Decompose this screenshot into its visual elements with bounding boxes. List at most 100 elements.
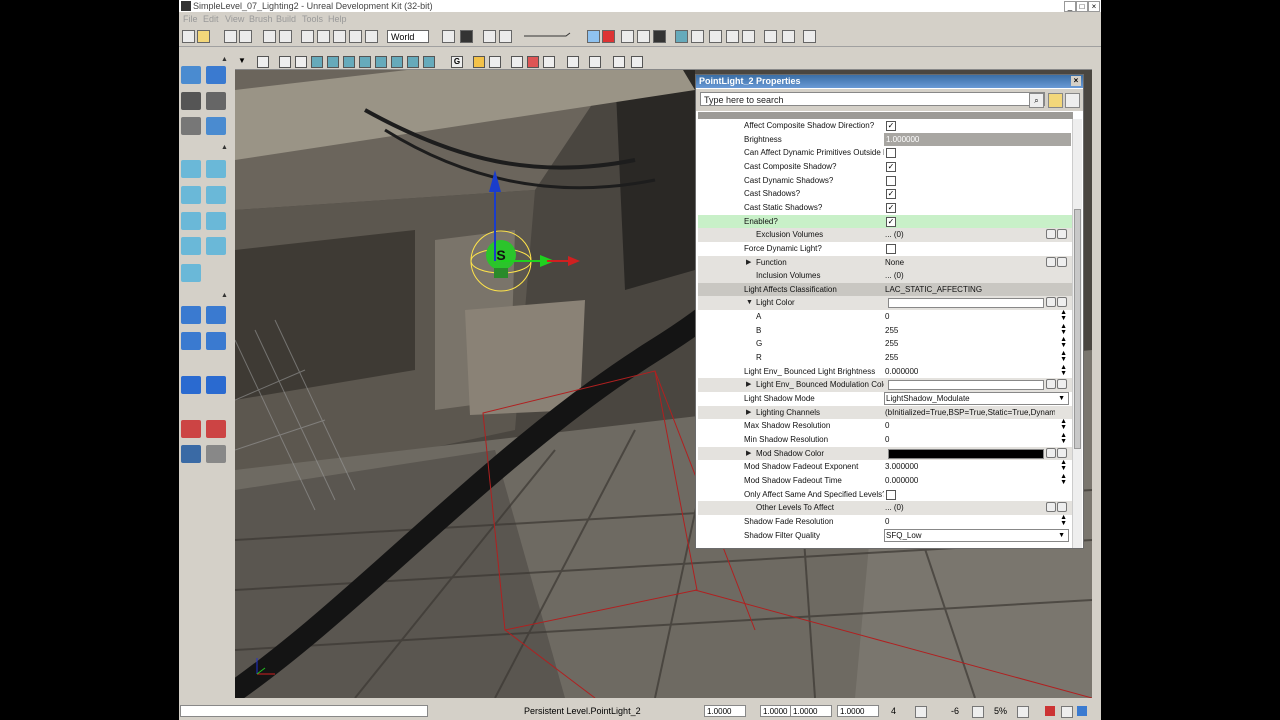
wireframe-icon[interactable]: [279, 56, 291, 68]
browse-icon[interactable]: [1046, 297, 1056, 308]
property-checkbox[interactable]: [886, 148, 896, 159]
property-row[interactable]: B 255 ▲ ▼: [698, 323, 1073, 338]
property-row[interactable]: ▶ Mod Shadow Color: [698, 446, 1073, 461]
property-select[interactable]: LightShadow_Modulate: [884, 392, 1069, 405]
rotate-icon[interactable]: [333, 30, 346, 43]
property-select[interactable]: SFQ_Low: [884, 528, 1069, 542]
add-volume-icon[interactable]: [181, 376, 201, 394]
show-selected-icon[interactable]: [181, 445, 201, 463]
matinee-icon[interactable]: [499, 30, 512, 43]
cone-brush-icon[interactable]: [206, 160, 226, 178]
properties-title-bar[interactable]: PointLight_2 Properties ×: [696, 75, 1083, 88]
texture-align-icon[interactable]: [206, 92, 226, 110]
toggle-docking-icon[interactable]: [764, 30, 777, 43]
minimize-button[interactable]: _: [1064, 1, 1076, 12]
property-row[interactable]: Inclusion Volumes ... (0): [698, 269, 1073, 283]
property-row[interactable]: ▶ Light Env_ Bounced Modulation Color: [698, 378, 1073, 392]
detail-lighting-icon[interactable]: [343, 56, 355, 68]
menu-help[interactable]: Help: [328, 13, 347, 26]
brush-wireframe-icon[interactable]: [295, 56, 307, 68]
property-checkbox[interactable]: ✓: [886, 216, 896, 227]
property-value[interactable]: ... (0): [885, 228, 1055, 241]
plane-brush-icon[interactable]: [206, 212, 226, 230]
property-row[interactable]: Shadow Filter Quality SFQ_Low ▼: [698, 528, 1073, 543]
play-in-editor-icon[interactable]: [675, 30, 688, 43]
hide-selected-icon[interactable]: [206, 445, 226, 463]
csg-subtract-icon[interactable]: [206, 306, 226, 324]
scale-nonuniform-icon[interactable]: [365, 30, 378, 43]
property-value[interactable]: 0: [885, 433, 1055, 446]
property-row[interactable]: R 255 ▲ ▼: [698, 350, 1073, 365]
property-value[interactable]: 3.000000: [885, 460, 1055, 473]
grid-snap-icon[interactable]: [915, 706, 927, 718]
browse-icon[interactable]: [1046, 229, 1056, 240]
save-all-icon[interactable]: [239, 30, 252, 43]
property-value[interactable]: 0.000000: [885, 474, 1055, 487]
clear-icon[interactable]: [1057, 229, 1067, 240]
scrollbar-thumb[interactable]: [1074, 209, 1081, 449]
maximize-viewport-icon[interactable]: [567, 56, 579, 68]
build-geometry-icon[interactable]: [587, 30, 600, 43]
property-value[interactable]: 0: [885, 515, 1055, 528]
volumetric-brush-icon[interactable]: [181, 264, 201, 282]
csg-intersect-icon[interactable]: [181, 332, 201, 350]
drag-grid-x-field[interactable]: 1.0000: [704, 705, 746, 717]
property-checkbox[interactable]: [886, 175, 896, 186]
camera-mode-icon[interactable]: [181, 66, 201, 84]
expand-arrow-icon[interactable]: ▶: [746, 256, 751, 269]
cube-brush-icon[interactable]: [181, 160, 201, 178]
csg-add-icon[interactable]: [181, 306, 201, 324]
property-row[interactable]: Force Dynamic Light?: [698, 242, 1073, 256]
cylinder-brush-icon[interactable]: [206, 186, 226, 204]
dropdown-arrow-icon[interactable]: ▼: [1058, 392, 1065, 405]
property-row[interactable]: ▶ Function None: [698, 255, 1073, 270]
spinner-icon[interactable]: ▲ ▼: [1060, 323, 1067, 336]
user-icon[interactable]: [803, 30, 816, 43]
property-row[interactable]: Min Shadow Resolution 0 ▲ ▼: [698, 432, 1073, 447]
build-cover-icon[interactable]: [653, 30, 666, 43]
new-icon[interactable]: [182, 30, 195, 43]
spinner-icon[interactable]: ▲ ▼: [1060, 336, 1067, 349]
properties-scrollbar[interactable]: [1072, 119, 1082, 548]
property-value[interactable]: ... (0): [885, 501, 1055, 514]
property-row[interactable]: Enabled? ✓: [698, 214, 1073, 229]
lit-icon[interactable]: [327, 56, 339, 68]
deselect-icon[interactable]: [206, 420, 226, 438]
build-lighting-icon[interactable]: [602, 30, 615, 43]
property-value[interactable]: 255: [885, 351, 1055, 364]
property-row[interactable]: Affect Composite Shadow Direction? ✓: [698, 119, 1073, 133]
geometry-mode-icon[interactable]: [206, 66, 226, 84]
vertex-snap-icon[interactable]: [1061, 706, 1073, 718]
menu-file[interactable]: File: [183, 13, 198, 26]
property-row[interactable]: A 0 ▲ ▼: [698, 309, 1073, 324]
property-checkbox[interactable]: ✓: [886, 202, 896, 213]
property-row[interactable]: Light Affects Classification LAC_STATIC_A…: [698, 282, 1073, 297]
collapse-arrow-icon[interactable]: ▲: [221, 56, 228, 63]
property-checkbox[interactable]: [886, 243, 896, 254]
clear-icon[interactable]: [1057, 502, 1067, 513]
previous-view-icon[interactable]: [589, 56, 601, 68]
lighting-only-icon[interactable]: [359, 56, 371, 68]
collapse-csg-icon[interactable]: ▲: [221, 292, 228, 299]
eye-icon[interactable]: [489, 56, 501, 68]
open-icon[interactable]: [197, 30, 210, 43]
texture-density-icon[interactable]: [391, 56, 403, 68]
csg-deintersect-icon[interactable]: [206, 332, 226, 350]
property-row[interactable]: Cast Dynamic Shadows?: [698, 174, 1073, 188]
select-icon[interactable]: [301, 30, 314, 43]
lock-selection-icon[interactable]: [1048, 93, 1063, 108]
properties-window[interactable]: PointLight_2 Properties × Type here to s…: [695, 74, 1084, 549]
coordinate-system-select[interactable]: World: [387, 30, 429, 43]
property-row[interactable]: Shadow Fade Resolution 0 ▲ ▼: [698, 514, 1073, 529]
autosave-icon[interactable]: [1045, 706, 1055, 716]
property-row[interactable]: Exclusion Volumes ... (0): [698, 228, 1073, 242]
property-row[interactable]: Mod Shadow Fadeout Exponent 3.000000 ▲ ▼: [698, 459, 1073, 474]
build-all-icon[interactable]: [637, 30, 650, 43]
spinner-icon[interactable]: ▲ ▼: [1060, 432, 1067, 445]
property-row[interactable]: Cast Composite Shadow? ✓: [698, 160, 1073, 174]
spinner-icon[interactable]: ▲ ▼: [1060, 418, 1067, 431]
property-row[interactable]: Light Env_ Bounced Light Brightness 0.000…: [698, 364, 1073, 379]
property-checkbox[interactable]: ✓: [886, 121, 896, 131]
category-header-light-component[interactable]: [698, 112, 1073, 119]
property-checkbox[interactable]: [886, 489, 896, 500]
